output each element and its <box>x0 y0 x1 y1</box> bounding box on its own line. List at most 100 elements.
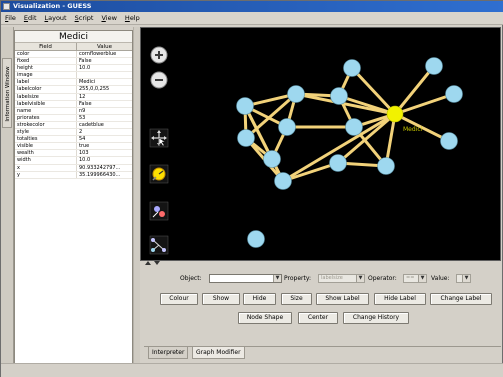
table-row[interactable]: wealth 103 <box>15 150 132 158</box>
status-bar <box>1 363 503 377</box>
tab-graph-modifier[interactable]: Graph Modifier <box>192 347 245 359</box>
graph-node[interactable] <box>425 57 443 75</box>
value-cell[interactable]: 10.0 <box>77 65 132 71</box>
value-cell[interactable]: cadetblue <box>77 122 132 128</box>
chevron-down-icon: ▼ <box>462 275 470 282</box>
value-cell[interactable]: n9 <box>77 108 132 114</box>
graph-node[interactable] <box>445 85 463 103</box>
menu-file[interactable]: File <box>5 14 16 22</box>
value-cell[interactable]: 54 <box>77 136 132 142</box>
value-cell[interactable] <box>77 72 132 78</box>
graph-node[interactable] <box>330 87 348 105</box>
graph-node[interactable] <box>329 154 347 172</box>
value-cell[interactable]: Medici <box>77 79 132 85</box>
field-column-header[interactable]: Field <box>15 43 77 50</box>
minus-icon <box>155 79 163 81</box>
table-row[interactable]: strokecolor cadetblue <box>15 121 132 130</box>
browse-tool-button[interactable] <box>149 128 169 148</box>
value-cell[interactable]: 35.199966430... <box>77 172 132 178</box>
table-row[interactable]: labelcolor 255,0,0,255 <box>15 86 132 94</box>
value-cell[interactable]: False <box>77 58 132 64</box>
property-select[interactable]: labelsize ▼ <box>318 274 365 283</box>
graph-canvas[interactable]: Medici <box>140 27 501 261</box>
graph-node[interactable] <box>278 118 296 136</box>
table-row[interactable]: label Medici <box>15 79 132 87</box>
information-window: Medici Field Value color cornflowerblue fi… <box>14 30 133 373</box>
show-label-button[interactable]: Show Label <box>316 293 369 305</box>
graph-node[interactable] <box>247 230 265 248</box>
graph-node[interactable] <box>236 97 254 115</box>
graph-node[interactable] <box>274 172 292 190</box>
graph-node[interactable] <box>263 150 281 168</box>
magnify-tool-button[interactable] <box>149 164 169 184</box>
hide-button[interactable]: Hide <box>243 293 276 305</box>
graph-node[interactable] <box>287 85 305 103</box>
split-collapse-arrows[interactable] <box>144 261 164 266</box>
operator-select[interactable]: == ▼ <box>403 274 427 283</box>
graph-node[interactable] <box>440 132 458 150</box>
show-button[interactable]: Show <box>202 293 240 305</box>
tab-interpreter[interactable]: Interpreter <box>148 347 189 359</box>
graph-node[interactable] <box>345 118 363 136</box>
app-icon <box>3 3 10 10</box>
table-row[interactable]: height 10.0 <box>15 65 132 73</box>
draw-edge-tool-button[interactable] <box>149 235 169 255</box>
draw-node-tool-button[interactable] <box>149 201 169 221</box>
graph-node[interactable] <box>377 157 395 175</box>
size-button[interactable]: Size <box>281 293 312 305</box>
graph-node[interactable] <box>343 59 361 77</box>
change-label-button[interactable]: Change Label <box>430 293 492 305</box>
value-cell[interactable]: cornflowerblue <box>77 51 132 57</box>
value-cell[interactable]: 10.0 <box>77 157 132 163</box>
table-row[interactable]: y 35.199966430... <box>15 171 132 179</box>
table-row[interactable]: name n9 <box>15 107 132 115</box>
change-history-button[interactable]: Change History <box>343 312 409 324</box>
menu-help[interactable]: Help <box>125 14 140 22</box>
table-row[interactable]: fixed False <box>15 58 132 66</box>
menu-layout[interactable]: Layout <box>45 14 67 22</box>
field-cell: height <box>15 65 77 72</box>
menu-script[interactable]: Script <box>75 14 94 22</box>
information-window-tab[interactable]: Information Window <box>2 58 12 128</box>
table-row[interactable]: visible true <box>15 143 132 151</box>
field-cell: wealth <box>15 150 77 157</box>
value-select[interactable]: ▼ <box>456 274 471 283</box>
value-column-header[interactable]: Value <box>77 43 132 50</box>
value-cell[interactable]: 90.933242797... <box>77 165 132 171</box>
table-row[interactable]: x 90.933242797... <box>15 164 132 172</box>
table-row[interactable]: color cornflowerblue <box>15 51 132 59</box>
node-shape-button[interactable]: Node Shape <box>238 312 292 324</box>
table-row[interactable]: priorates 53 <box>15 114 132 122</box>
menu-edit[interactable]: Edit <box>24 14 37 22</box>
value-cell[interactable]: 53 <box>77 115 132 121</box>
object-select[interactable]: ▼ <box>209 274 282 283</box>
table-row[interactable]: totalties 54 <box>15 136 132 144</box>
zoom-out-button[interactable] <box>150 71 168 89</box>
hide-label-button[interactable]: Hide Label <box>374 293 426 305</box>
value-cell[interactable]: 103 <box>77 150 132 156</box>
table-row[interactable]: labelsize 12 <box>15 93 132 101</box>
panel-splitter[interactable] <box>133 27 140 373</box>
menu-bar: File Edit Layout Script View Help <box>1 12 503 25</box>
table-row[interactable]: image <box>15 72 132 80</box>
value-cell[interactable]: 2 <box>77 129 132 135</box>
zoom-in-button[interactable] <box>150 46 168 64</box>
field-cell: labelcolor <box>15 86 77 93</box>
table-row[interactable]: labelvisible False <box>15 100 132 108</box>
field-cell: x <box>15 164 77 171</box>
field-cell: width <box>15 157 77 164</box>
value-cell[interactable]: 12 <box>77 94 132 100</box>
selected-graph-node[interactable] <box>386 105 404 123</box>
menu-view[interactable]: View <box>101 14 116 22</box>
table-row[interactable]: style 2 <box>15 129 132 137</box>
value-cell[interactable]: False <box>77 101 132 107</box>
selected-node-label: Medici <box>403 126 423 133</box>
graph-node[interactable] <box>237 129 255 147</box>
value-cell[interactable]: true <box>77 143 132 149</box>
value-cell[interactable]: 255,0,0,255 <box>77 86 132 92</box>
table-row[interactable]: width 10.0 <box>15 157 132 165</box>
field-cell: image <box>15 72 77 79</box>
colour-button[interactable]: Colour <box>160 293 198 305</box>
center-button[interactable]: Center <box>298 312 338 324</box>
field-cell: labelsize <box>15 93 77 100</box>
